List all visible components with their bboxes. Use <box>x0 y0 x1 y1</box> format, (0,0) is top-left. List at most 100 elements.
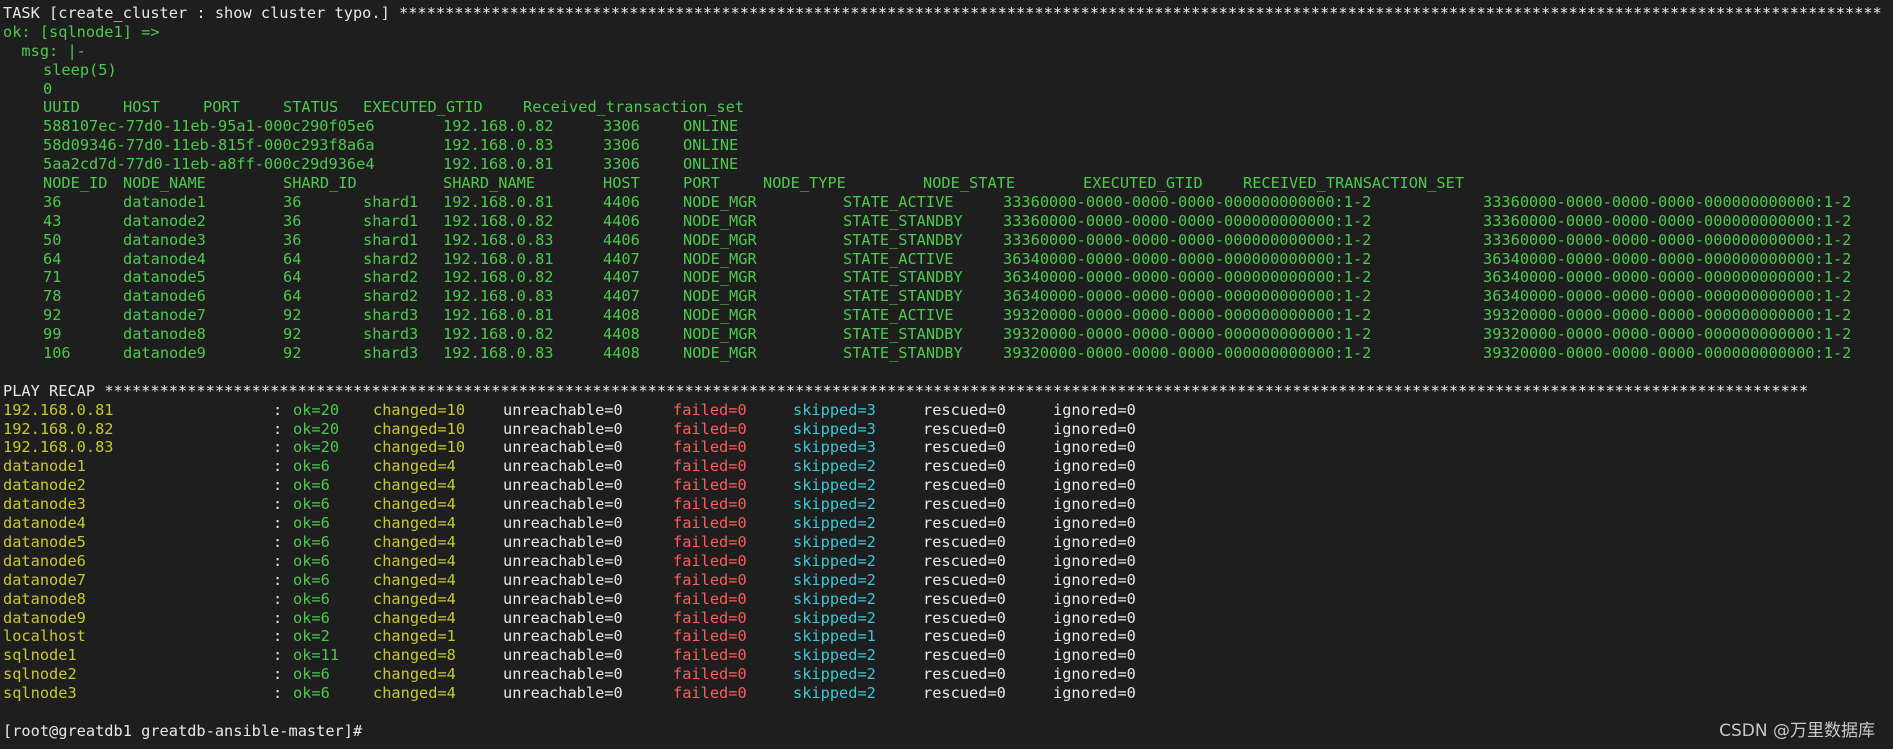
table-cell: 92 <box>43 306 62 325</box>
table-cell: 192.168.0.81 <box>443 306 554 325</box>
table-cell: shard1 <box>363 230 419 249</box>
recap-rescued: rescued=0 <box>923 665 1006 684</box>
table-row: 92 datanode7 92 shard3 192.168.0.81 4408 NODE_… <box>3 306 1893 325</box>
table-cell: ONLINE <box>683 117 739 136</box>
column-header: Received_transaction_set <box>523 98 745 117</box>
table-cell: NODE_MGR <box>683 325 757 344</box>
table-cell: 192.168.0.83 <box>443 287 554 306</box>
table-cell: 92 <box>283 344 302 363</box>
recap-failed: failed=0 <box>673 532 747 551</box>
table-row: 5aa2cd7d-77d0-11eb-a8ff-000c29d936e4 192.… <box>3 155 1893 174</box>
table-cell: 39320000-0000-0000-0000-000000000000:1-2 <box>1003 306 1372 325</box>
table-row: 58d09346-77d0-11eb-815f-000c293f8a6a 192.… <box>3 136 1893 155</box>
table-cell: datanode4 <box>123 249 206 268</box>
table-cell: shard1 <box>363 211 419 230</box>
recap-skipped: skipped=2 <box>793 589 876 608</box>
table-cell: NODE_MGR <box>683 249 757 268</box>
recap-row: datanode9: ok=6 changed=4 unreachable=0 fail… <box>3 609 1893 628</box>
recap-unreachable: unreachable=0 <box>503 589 623 608</box>
table-cell: 5aa2cd7d-77d0-11eb-a8ff-000c29d936e4 <box>43 155 375 174</box>
task-header: TASK [create_cluster : show cluster typo… <box>3 4 1893 23</box>
table-cell: 39320000-0000-0000-0000-000000000000:1-2 <box>1003 344 1372 363</box>
recap-skipped: skipped=2 <box>793 476 876 495</box>
table-cell: datanode8 <box>123 325 206 344</box>
recap-ignored: ignored=0 <box>1053 532 1136 551</box>
recap-changed: changed=4 <box>373 589 456 608</box>
table-cell: 192.168.0.83 <box>443 136 554 155</box>
table-cell: 4407 <box>603 268 640 287</box>
recap-ignored: ignored=0 <box>1053 608 1136 627</box>
table-cell: 36 <box>283 230 302 249</box>
recap-host: 192.168.0.83 <box>3 438 114 457</box>
table-cell: 4406 <box>603 192 640 211</box>
recap-failed: failed=0 <box>673 476 747 495</box>
recap-ok: ok=20 <box>293 438 340 457</box>
recap-unreachable: unreachable=0 <box>503 608 623 627</box>
uuid-table: UUID HOST PORT STATUS EXECUTED_GTID Received_… <box>3 98 1893 174</box>
column-header: HOST <box>123 98 160 117</box>
table-cell: shard3 <box>363 325 419 344</box>
column-header: SHARD_NAME <box>443 174 536 193</box>
recap-rescued: rescued=0 <box>923 419 1006 438</box>
table-row: 64 datanode4 64 shard2 192.168.0.81 4407 NODE_… <box>3 250 1893 269</box>
recap-separator: : <box>273 514 283 533</box>
table-cell: STATE_STANDBY <box>843 211 963 230</box>
recap-header: PLAY RECAP *****************************… <box>3 382 1893 401</box>
recap-ok: ok=6 <box>293 684 330 703</box>
table-row: 78 datanode6 64 shard2 192.168.0.83 4407 NODE_… <box>3 287 1893 306</box>
recap-row: datanode4: ok=6 changed=4 unreachable=0 fail… <box>3 514 1893 533</box>
recap-rescued: rescued=0 <box>923 400 1006 419</box>
recap-rescued: rescued=0 <box>923 570 1006 589</box>
table-cell: STATE_STANDBY <box>843 230 963 249</box>
recap-changed: changed=4 <box>373 514 456 533</box>
recap-unreachable: unreachable=0 <box>503 419 623 438</box>
recap-rescued: rescued=0 <box>923 495 1006 514</box>
table-cell: 33360000-0000-0000-0000-000000000000:1-2 <box>1483 192 1852 211</box>
recap-changed: changed=10 <box>373 419 466 438</box>
recap-ignored: ignored=0 <box>1053 684 1136 703</box>
table-cell: datanode7 <box>123 306 206 325</box>
recap-rescued: rescued=0 <box>923 514 1006 533</box>
table-cell: datanode3 <box>123 230 206 249</box>
table-cell: 33360000-0000-0000-0000-000000000000:1-2 <box>1003 230 1372 249</box>
table-cell: 3306 <box>603 117 640 136</box>
recap-changed: changed=4 <box>373 665 456 684</box>
play-recap: 192.168.0.81: ok=20 changed=10 unreachable=… <box>3 401 1893 703</box>
task-header-stars: ****************************************… <box>399 4 1882 22</box>
recap-skipped: skipped=2 <box>793 570 876 589</box>
column-header: PORT <box>683 174 720 193</box>
recap-ok: ok=6 <box>293 570 330 589</box>
ok-line: ok: [sqlnode1] => <box>3 22 160 41</box>
recap-rescued: rescued=0 <box>923 589 1006 608</box>
recap-changed: changed=4 <box>373 684 456 703</box>
recap-separator: : <box>273 608 283 627</box>
recap-ignored: ignored=0 <box>1053 419 1136 438</box>
recap-ignored: ignored=0 <box>1053 570 1136 589</box>
recap-ok: ok=6 <box>293 457 330 476</box>
recap-changed: changed=10 <box>373 400 466 419</box>
recap-ignored: ignored=0 <box>1053 438 1136 457</box>
recap-separator: : <box>273 495 283 514</box>
table-cell: 33360000-0000-0000-0000-000000000000:1-2 <box>1003 192 1372 211</box>
recap-skipped: skipped=2 <box>793 495 876 514</box>
node-table: NODE_ID NODE_NAME SHARD_ID SHARD_NAME HOST PO… <box>3 174 1893 363</box>
terminal-output[interactable]: TASK [create_cluster : show cluster typo… <box>3 4 1893 741</box>
table-cell: 36340000-0000-0000-0000-000000000000:1-2 <box>1483 249 1852 268</box>
recap-ok: ok=20 <box>293 419 340 438</box>
recap-failed: failed=0 <box>673 570 747 589</box>
recap-separator: : <box>273 419 283 438</box>
recap-failed: failed=0 <box>673 589 747 608</box>
table-cell: ONLINE <box>683 155 739 174</box>
recap-skipped: skipped=2 <box>793 608 876 627</box>
recap-ignored: ignored=0 <box>1053 665 1136 684</box>
table-cell: 39320000-0000-0000-0000-000000000000:1-2 <box>1003 325 1372 344</box>
table-cell: 33360000-0000-0000-0000-000000000000:1-2 <box>1003 211 1372 230</box>
recap-host: datanode2 <box>3 476 86 495</box>
recap-failed: failed=0 <box>673 551 747 570</box>
shell-prompt[interactable]: [root@greatdb1 greatdb-ansible-master]# <box>3 722 1893 741</box>
table-cell: 4406 <box>603 211 640 230</box>
table-cell: 3306 <box>603 136 640 155</box>
table-row: 106 datanode9 92 shard3 192.168.0.83 4408 NODE… <box>3 344 1893 363</box>
column-header: STATUS <box>283 98 339 117</box>
